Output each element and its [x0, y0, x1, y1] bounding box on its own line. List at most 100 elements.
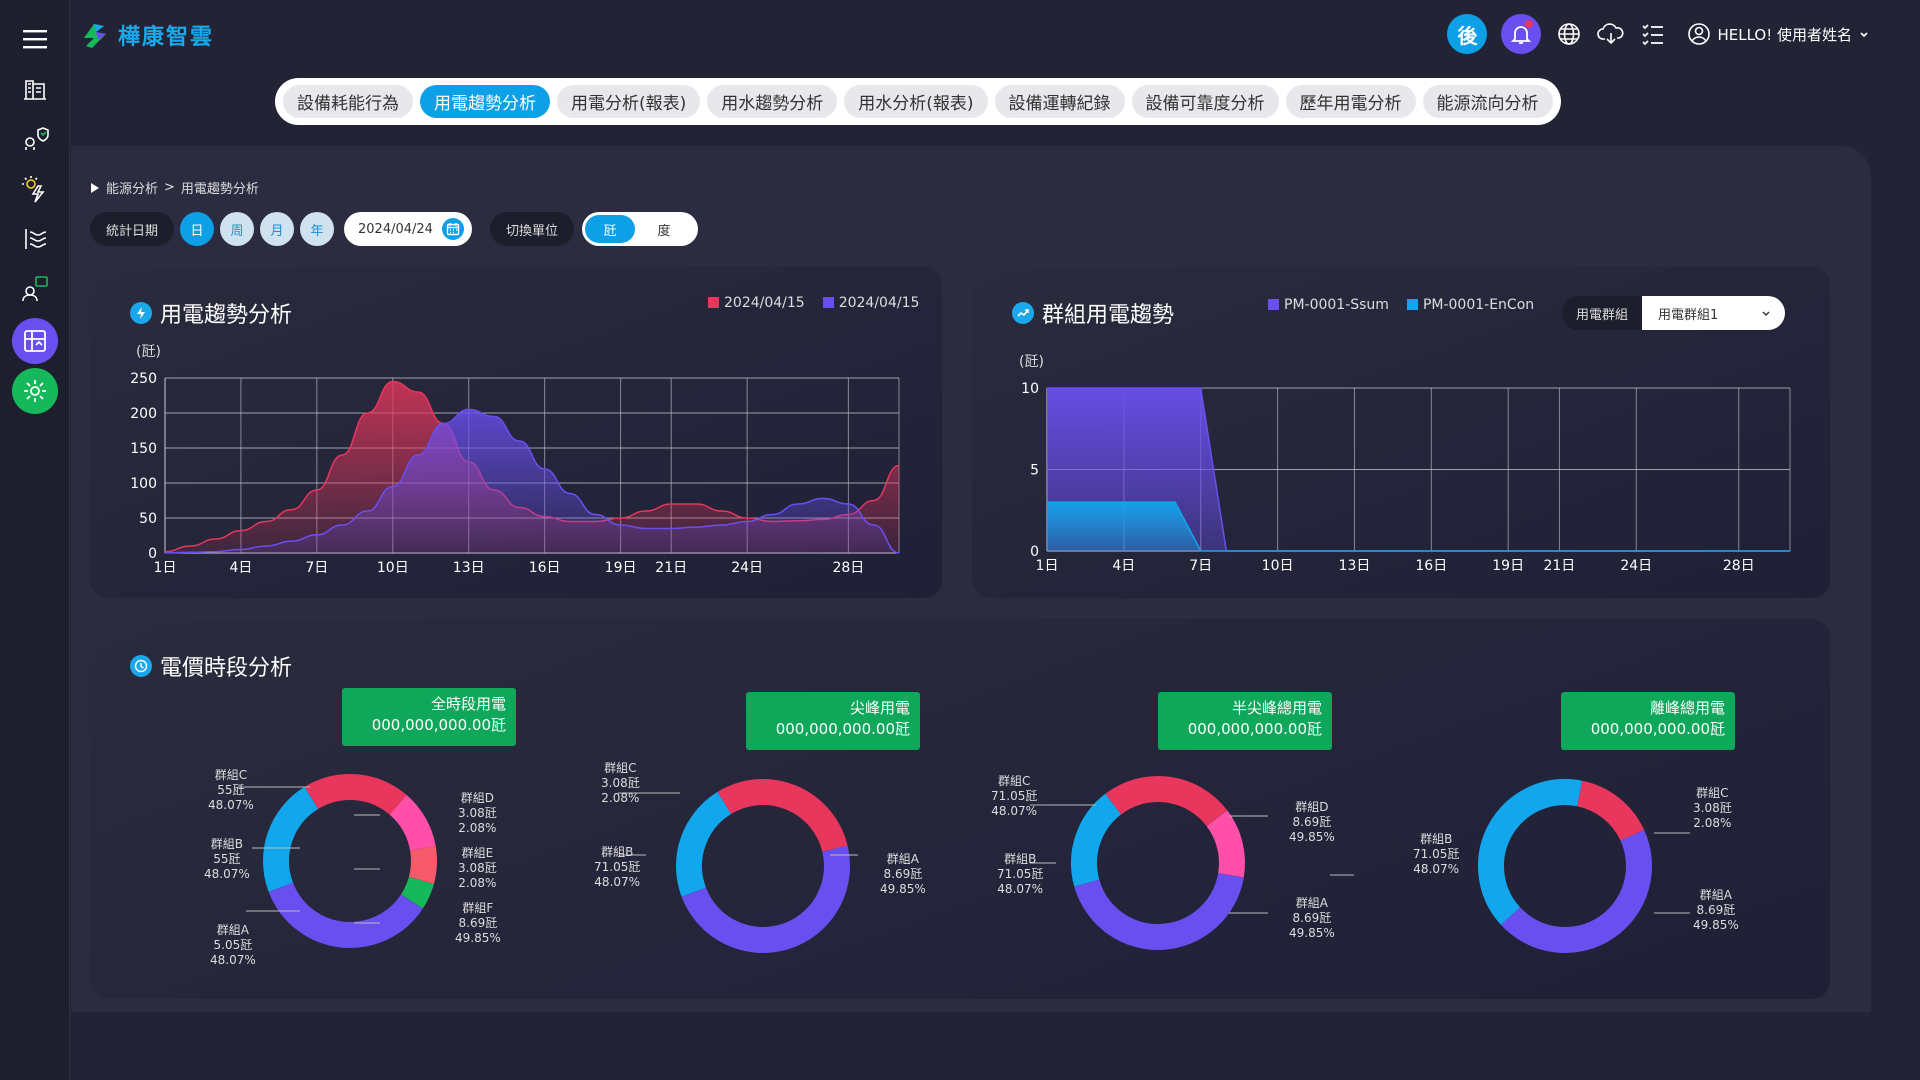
donut-label: 群組B 71.05瓩 48.07%	[1413, 832, 1460, 876]
y-tick-label: 200	[130, 406, 157, 422]
chevron-down-icon	[1860, 32, 1868, 38]
x-tick-label: 7日	[1189, 558, 1212, 574]
period-year-button[interactable]: 年	[300, 212, 335, 246]
breadcrumb-parent[interactable]: 能源分析	[106, 178, 158, 197]
x-tick-label: 28日	[832, 560, 864, 576]
x-tick-label: 19日	[605, 560, 637, 576]
building-icon[interactable]	[10, 64, 60, 114]
tab-water-report[interactable]: 用水分析(報表)	[844, 85, 988, 118]
checklist-icon[interactable]	[1639, 20, 1667, 48]
tab-energy-flow[interactable]: 能源流向分析	[1422, 85, 1553, 118]
donut-label: 群組C 55瓩 48.07%	[208, 768, 254, 812]
user-menu[interactable]: HELLO! 使用者姓名	[1687, 22, 1870, 46]
x-tick-label: 4日	[1112, 558, 1135, 574]
backend-button[interactable]: 後	[1447, 14, 1488, 54]
date-picker[interactable]: 2024/04/24	[344, 212, 473, 246]
report-user-icon[interactable]	[10, 264, 60, 314]
x-tick-label: 24日	[731, 560, 763, 576]
globe-icon[interactable]	[1555, 20, 1583, 48]
module-tabs: 設備耗能行為 用電趨勢分析 用電分析(報表) 用水趨勢分析 用水分析(報表) 設…	[275, 78, 1561, 125]
tab-reliability[interactable]: 設備可靠度分析	[1131, 85, 1279, 118]
tab-power-report[interactable]: 用電分析(報表)	[557, 85, 701, 118]
series-area-1	[1047, 502, 1790, 551]
donut-slice	[389, 794, 436, 851]
notification-button[interactable]	[1501, 14, 1542, 54]
power-trend-chart[interactable]: 0501001502002501日 4日 7日 10日 13日 16日 19日 21日 24日 2…	[90, 267, 942, 598]
tab-power-trend[interactable]: 用電趨勢分析	[420, 85, 550, 118]
donut-label: 群組C 3.08瓩 2.08%	[601, 761, 640, 805]
price-donut-charts[interactable]	[90, 619, 1830, 999]
analysis-chart-icon[interactable]	[12, 318, 58, 364]
tab-water-trend[interactable]: 用水趨勢分析	[707, 85, 838, 118]
group-trend-chart[interactable]: 05101日 4日 7日 10日 13日 16日 19日 21日 24日 28日	[972, 267, 1830, 598]
settings-gear-icon[interactable]	[12, 368, 58, 414]
breadcrumb-separator: >	[164, 180, 175, 195]
x-tick-label: 1日	[1036, 558, 1059, 574]
donut-slice	[408, 846, 437, 884]
x-tick-label: 16日	[1415, 558, 1447, 574]
date-label: 統計日期	[90, 212, 175, 246]
x-tick-label: 4日	[229, 560, 252, 576]
unit-label: 切換單位	[490, 212, 575, 246]
menu-icon[interactable]	[10, 14, 60, 64]
donut-slice	[1478, 779, 1583, 925]
x-tick-label: 10日	[1262, 558, 1294, 574]
y-tick-label: 150	[130, 441, 157, 457]
unit-kw-button[interactable]: 瓩	[585, 215, 636, 243]
donut-slice	[1071, 793, 1122, 887]
user-circle-icon	[1688, 23, 1711, 45]
brand-name: 樺康智雲	[118, 25, 215, 50]
donut-slice	[1500, 829, 1652, 953]
x-tick-label: 21日	[1543, 558, 1575, 574]
donut-label: 群組A 5.05瓩 48.07%	[210, 923, 256, 967]
breadcrumb-current: 用電趨勢分析	[180, 182, 259, 197]
donut-slice	[1576, 780, 1645, 842]
period-month-button[interactable]: 月	[260, 212, 295, 246]
device-shield-icon[interactable]	[10, 114, 60, 164]
tab-device-operation[interactable]: 設備運轉紀錄	[994, 85, 1125, 118]
x-tick-label: 24日	[1620, 558, 1652, 574]
donut-slice	[676, 791, 732, 897]
user-greeting: HELLO! 使用者姓名	[1717, 25, 1852, 44]
donut-slice	[717, 779, 848, 853]
x-tick-label: 21日	[655, 560, 687, 576]
cloud-download-icon[interactable]	[1597, 20, 1625, 48]
period-week-button[interactable]: 周	[220, 212, 255, 246]
donut-label: 群組C 3.08瓩 2.08%	[1693, 786, 1732, 830]
period-day-button[interactable]: 日	[180, 212, 215, 246]
tab-annual-power[interactable]: 歷年用電分析	[1285, 85, 1416, 118]
unit-kwh-button[interactable]: 度	[639, 215, 689, 243]
brand[interactable]: 樺康智雲	[78, 18, 214, 52]
filter-bar: 統計日期 日 周 月 年 2024/04/24 切換單位 瓩 度	[90, 212, 699, 246]
donut-slice	[1105, 776, 1228, 827]
donut-label: 群組D 3.08瓩 2.08%	[458, 791, 497, 835]
x-tick-label: 13日	[453, 560, 485, 576]
donut-slice	[1206, 810, 1245, 878]
calendar-icon[interactable]	[442, 218, 465, 240]
donut-label: 群組C 71.05瓩 48.07%	[991, 774, 1038, 818]
unit-toggle: 瓩 度	[582, 212, 699, 246]
y-tick-label: 10	[1021, 381, 1039, 397]
donut-label: 群組A 8.69瓩 49.85%	[880, 852, 926, 896]
caret-right-icon	[91, 182, 99, 193]
y-tick-label: 5	[1030, 463, 1039, 479]
donut-slice	[681, 845, 850, 953]
x-tick-label: 13日	[1339, 558, 1371, 574]
tab-device-behavior[interactable]: 設備耗能行為	[283, 85, 413, 118]
water-flow-icon[interactable]	[10, 214, 60, 264]
donut-slice	[268, 882, 423, 948]
y-tick-label: 100	[130, 476, 157, 492]
x-tick-label: 10日	[377, 560, 409, 576]
donut-label: 群組A 8.69瓩 49.85%	[1693, 888, 1739, 932]
header-actions: 後 HELLO! 使用者姓名	[1447, 14, 1870, 54]
sidebar	[0, 0, 70, 1080]
energy-bolt-icon[interactable]	[10, 164, 60, 214]
donut-slice	[400, 876, 434, 909]
x-tick-label: 28日	[1723, 558, 1755, 574]
donut-label: 群組B 71.05瓩 48.07%	[997, 852, 1044, 896]
donut-label: 群組D 8.69瓩 49.85%	[1289, 800, 1335, 844]
x-tick-label: 19日	[1492, 558, 1524, 574]
donut-slice	[263, 786, 319, 892]
y-tick-label: 250	[130, 371, 157, 387]
brand-logo-icon	[84, 24, 106, 48]
